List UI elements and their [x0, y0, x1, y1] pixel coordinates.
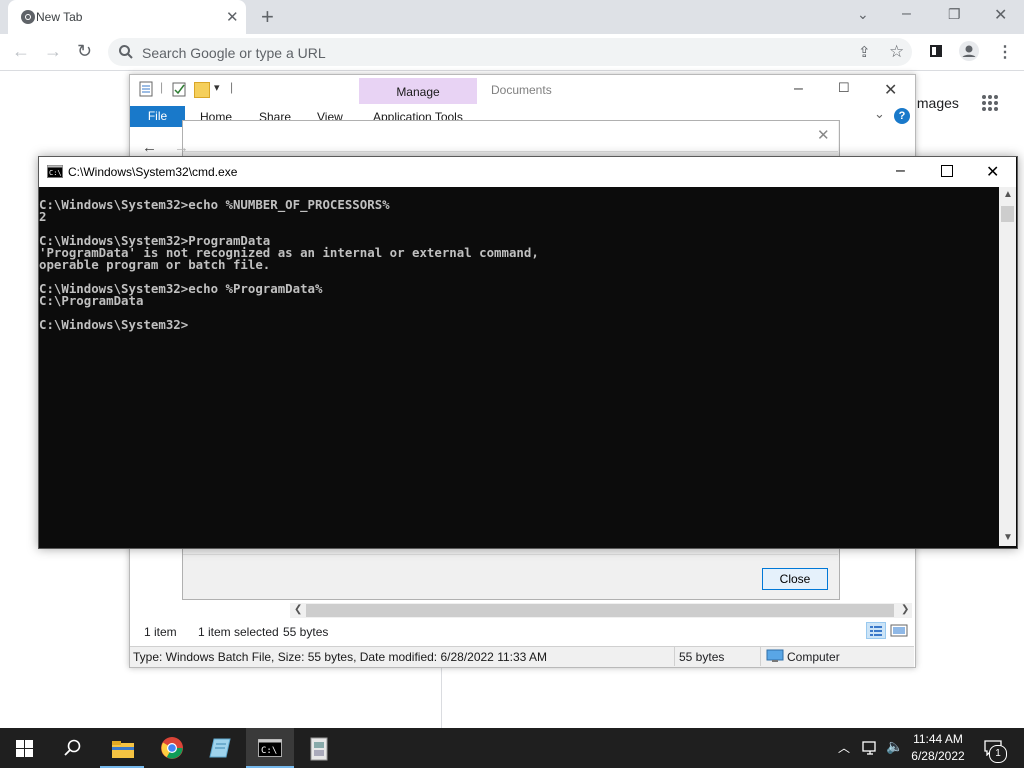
cmd-scroll-thumb[interactable] [1001, 206, 1014, 222]
qat-dropdown-icon[interactable]: ▾ [214, 81, 220, 94]
page-divider [441, 666, 442, 728]
window-close-icon[interactable]: ✕ [994, 5, 1007, 25]
search-icon [118, 44, 134, 60]
cmd-taskbar-icon: C:\ [258, 739, 282, 757]
explorer-window-title: Documents [491, 83, 552, 97]
apps-grid-icon[interactable] [981, 94, 999, 112]
network-icon[interactable] [862, 740, 880, 756]
svg-text:C:\: C:\ [49, 169, 62, 177]
start-windows-icon[interactable] [16, 740, 33, 757]
details-divider-2 [760, 647, 761, 666]
cmd-title: C:\Windows\System32\cmd.exe [68, 165, 238, 179]
profile-avatar-icon[interactable] [959, 41, 979, 61]
show-hidden-icons-chevron-icon[interactable]: ︿ [838, 739, 850, 756]
dialog-back-arrow-icon[interactable]: ← [142, 139, 157, 156]
manage-label: Manage [396, 85, 440, 99]
notepad-taskbar-icon[interactable] [208, 737, 232, 759]
qat-separator: | [160, 80, 164, 94]
notification-count-badge: 1 [989, 745, 1007, 763]
details-view-icon[interactable] [866, 622, 886, 639]
taskbar-clock-date[interactable]: 6/28/2022 [900, 749, 976, 763]
forward-arrow-icon[interactable]: → [44, 41, 62, 62]
explorer-minimize-icon[interactable]: – [794, 80, 803, 98]
explorer-close-icon[interactable]: ✕ [884, 80, 897, 100]
ribbon-expand-chevron-icon[interactable]: ⌄ [874, 106, 885, 122]
hscroll-right-arrow-icon[interactable]: ❯ [901, 604, 909, 615]
details-file-info: Type: Windows Batch File, Size: 55 bytes… [133, 650, 547, 664]
images-link[interactable]: Images [913, 95, 959, 111]
dialog-titlebar-divider [183, 151, 838, 152]
cmd-minimize-icon[interactable]: – [896, 162, 905, 180]
details-divider [674, 647, 675, 666]
tab-title: New Tab [36, 10, 83, 24]
tab-search-chevron-icon[interactable]: ⌄ [857, 6, 869, 23]
reload-icon[interactable]: ↻ [77, 41, 92, 62]
details-size: 55 bytes [679, 650, 725, 664]
omnibox-placeholder: Search Google or type a URL [142, 45, 326, 61]
cmd-scroll-down-arrow-icon[interactable]: ▼ [1003, 532, 1013, 543]
cmd-vertical-scrollbar[interactable] [999, 187, 1016, 546]
chrome-taskbar-icon[interactable] [160, 736, 184, 760]
hscroll-left-arrow-icon[interactable]: ❮ [294, 604, 302, 615]
explorer-properties-icon[interactable] [139, 81, 153, 97]
taskbar-clock-time[interactable]: 11:44 AM [900, 732, 976, 746]
back-arrow-icon[interactable]: ← [12, 41, 30, 62]
cmd-scroll-up-arrow-icon[interactable]: ▲ [1003, 189, 1013, 200]
explorer-folder-icon[interactable] [194, 82, 210, 98]
dialog-forward-arrow-icon[interactable]: → [174, 139, 189, 156]
ribbon-tab-file[interactable]: File [130, 106, 185, 127]
dialog-titlebar [183, 121, 838, 151]
chrome-menu-icon[interactable]: ⋮ [997, 42, 1013, 62]
explorer-hscroll-thumb[interactable] [306, 604, 894, 617]
large-icons-view-icon[interactable] [890, 623, 908, 638]
share-icon[interactable]: ⇪ [858, 43, 871, 61]
help-icon[interactable]: ? [894, 108, 910, 124]
cmd-app-icon: C:\ [47, 165, 63, 178]
file-explorer-taskbar-icon[interactable] [111, 739, 135, 759]
window-minimize-icon[interactable]: – [902, 5, 911, 23]
explorer-checkbox-icon[interactable] [172, 81, 186, 97]
batch-file-taskbar-icon[interactable] [308, 737, 330, 761]
computer-icon [766, 649, 784, 663]
status-selected-size: 55 bytes [283, 625, 329, 639]
status-selected-count: 1 item selected [198, 625, 279, 639]
details-location: Computer [787, 650, 840, 664]
dialog-footer-divider [183, 554, 838, 555]
side-panel-icon[interactable] [930, 45, 942, 57]
cmd-output-text: C:\Windows\System32>echo %NUMBER_OF_PROC… [39, 197, 539, 332]
cmd-console[interactable]: C:\Windows\System32>echo %NUMBER_OF_PROC… [39, 187, 999, 546]
qat-separator-2: | [230, 80, 234, 94]
explorer-maximize-icon[interactable]: ☐ [838, 80, 850, 96]
chrome-favicon-icon [20, 9, 36, 25]
status-item-count: 1 item [144, 625, 177, 639]
new-tab-plus-icon[interactable]: + [261, 4, 274, 30]
window-restore-icon[interactable]: ❐ [948, 6, 961, 23]
cmd-close-icon[interactable]: ✕ [986, 162, 999, 182]
dialog-close-icon[interactable]: ✕ [817, 126, 830, 144]
cmd-maximize-icon[interactable] [941, 165, 953, 177]
tab-close-icon[interactable]: ✕ [226, 8, 239, 26]
bookmark-star-icon[interactable]: ☆ [889, 42, 904, 62]
svg-text:C:\: C:\ [261, 746, 277, 756]
taskbar-search-icon[interactable] [64, 739, 82, 757]
dialog-close-button[interactable]: Close [762, 568, 828, 590]
